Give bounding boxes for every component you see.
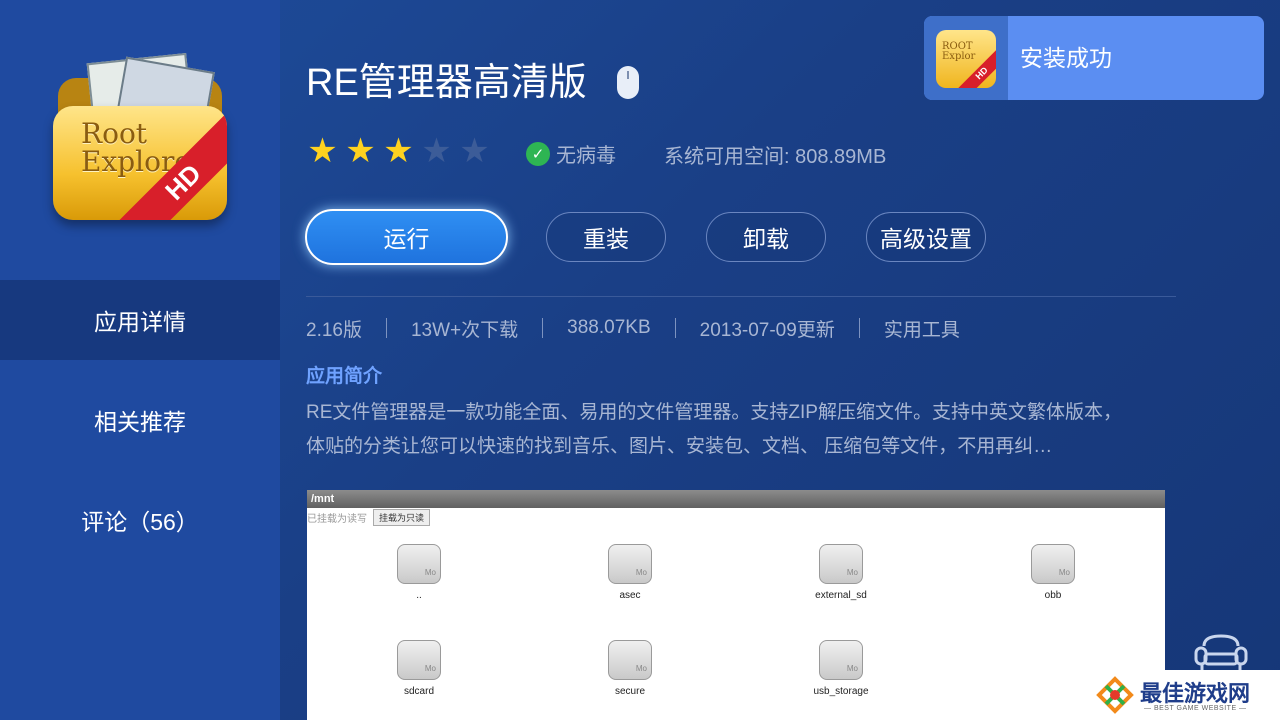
rating-stars: ★ ★ ★ ★ ★ xyxy=(306,134,491,168)
separator xyxy=(858,318,860,338)
preview-mount-button: 挂载为只读 xyxy=(373,508,431,526)
preview-folder-label: secure xyxy=(614,686,645,697)
sidebar-item-details[interactable]: 应用详情 xyxy=(0,280,280,360)
star-icon: ★ xyxy=(345,132,376,170)
downloads-label: 13W+次下载 xyxy=(410,319,519,341)
folder-icon: Mo xyxy=(397,640,441,680)
reinstall-button[interactable]: 重装 xyxy=(546,212,666,262)
mouse-icon xyxy=(617,66,639,99)
star-icon: ★ xyxy=(421,132,452,170)
app-meta: 2.16版 13W+次下载 388.07KB 2013-07-09更新 实用工具 xyxy=(306,316,960,341)
intro-title: 应用简介 xyxy=(306,366,383,387)
preview-folder: Mo external_sd xyxy=(786,544,896,601)
star-icon: ★ xyxy=(383,132,414,170)
install-success-toast: ROOT Explor HD 安装成功 xyxy=(924,16,1264,100)
preview-path: /mnt xyxy=(307,490,1165,508)
advanced-settings-button[interactable]: 高级设置 xyxy=(866,212,986,262)
site-watermark: 最佳游戏网 — BEST GAME WEBSITE — xyxy=(1088,670,1280,720)
separator xyxy=(674,318,676,338)
preview-folder: Mo usb_storage xyxy=(786,640,896,697)
sidebar-item-comments[interactable]: 评论（56） xyxy=(0,480,280,560)
folder-icon: Mo xyxy=(608,640,652,680)
toast-message: 安装成功 xyxy=(1020,45,1112,71)
sidebar-item-label: 评论（56） xyxy=(81,509,199,535)
star-icon: ★ xyxy=(307,132,338,170)
separator xyxy=(385,318,387,338)
preview-folder: Mo sdcard xyxy=(364,640,474,697)
app-screenshot[interactable]: /mnt 已挂载为读写 挂载为只读 Mo .. Mo asec Mo exter… xyxy=(307,490,1165,720)
watermark-subtitle: — BEST GAME WEBSITE — xyxy=(1144,705,1247,712)
folder-icon: ROOT Explor HD xyxy=(936,30,996,88)
preview-toolbar: 已挂载为读写 挂载为只读 xyxy=(307,508,1165,526)
folder-icon: Mo xyxy=(397,544,441,584)
preview-status: 已挂载为读写 xyxy=(307,513,367,525)
folder-icon: Root Explorer HD xyxy=(53,106,227,220)
size-label: 388.07KB xyxy=(567,317,651,338)
toast-app-icon: ROOT Explor HD xyxy=(924,16,1008,100)
watermark-title: 最佳游戏网 xyxy=(1140,681,1251,706)
app-icon: Root Explorer HD xyxy=(50,50,230,230)
folder-icon: Mo xyxy=(819,640,863,680)
folder-icon: Mo xyxy=(819,544,863,584)
preview-folder: Mo .. xyxy=(364,544,474,601)
divider xyxy=(306,296,1176,297)
sidebar-item-related[interactable]: 相关推荐 xyxy=(0,380,280,460)
preview-folder-label: usb_storage xyxy=(813,686,869,697)
star-icon: ★ xyxy=(459,132,490,170)
check-icon: ✓ xyxy=(526,141,550,166)
preview-folder-label: .. xyxy=(416,590,422,601)
category-label: 实用工具 xyxy=(883,319,960,341)
sidebar-item-label: 应用详情 xyxy=(94,309,186,335)
virus-free-label: 无病毒 xyxy=(556,145,616,167)
storage-space-info: 系统可用空间: 808.89MB xyxy=(664,146,887,168)
preview-folder-label: sdcard xyxy=(403,686,434,697)
intro-text: RE文件管理器是一款功能全面、易用的文件管理器。支持ZIP解压缩文件。支持中英文… xyxy=(306,402,1122,457)
watermark-logo-icon xyxy=(1096,676,1134,714)
speed-indicator: 3.8K xyxy=(1044,684,1082,704)
virus-free-badge: ✓ 无病毒 xyxy=(526,139,616,168)
preview-folder-label: asec xyxy=(619,590,641,601)
preview-folder: Mo secure xyxy=(575,640,685,697)
preview-folder: Mo asec xyxy=(575,544,685,601)
folder-icon: Mo xyxy=(608,544,652,584)
updated-label: 2013-07-09更新 xyxy=(699,319,835,341)
microphone-icon xyxy=(1004,678,1030,708)
folder-icon: Mo xyxy=(1031,544,1075,584)
preview-folder-label: obb xyxy=(1044,590,1062,601)
run-button[interactable]: 运行 xyxy=(305,209,508,265)
sidebar: Root Explorer HD 应用详情 相关推荐 评论（56） xyxy=(0,0,280,720)
version-label: 2.16版 xyxy=(306,319,362,341)
couch-icon[interactable] xyxy=(1192,632,1250,672)
uninstall-button[interactable]: 卸载 xyxy=(706,212,826,262)
sidebar-item-label: 相关推荐 xyxy=(94,409,186,435)
separator xyxy=(542,318,544,338)
page-title: RE管理器高清版 xyxy=(306,62,587,104)
preview-folder: Mo obb xyxy=(998,544,1108,601)
app-icon-text-line1: Root xyxy=(81,117,148,150)
preview-folder-label: external_sd xyxy=(815,590,867,601)
